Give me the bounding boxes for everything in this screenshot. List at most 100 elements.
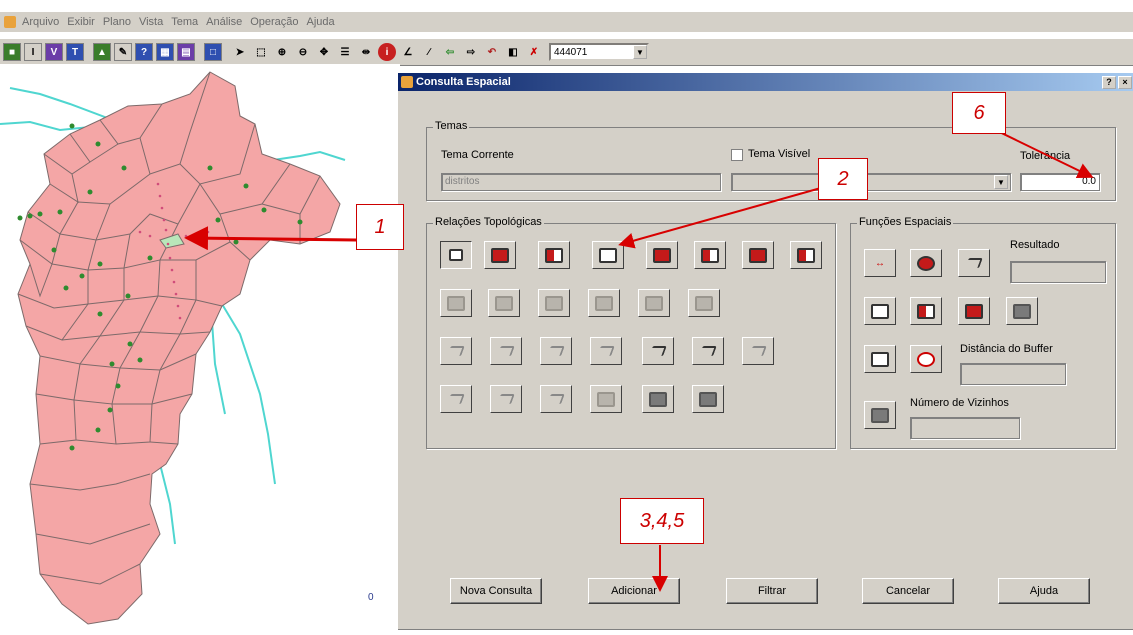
dialog-titlebar[interactable]: Consulta Espacial ? × bbox=[398, 73, 1133, 91]
menu-tema[interactable]: Tema bbox=[171, 16, 198, 28]
area-button[interactable] bbox=[910, 249, 942, 277]
nova-consulta-button[interactable]: Nova Consulta bbox=[450, 578, 542, 604]
touches-button[interactable] bbox=[440, 241, 472, 269]
point-touches-button[interactable] bbox=[440, 289, 472, 317]
difference-icon bbox=[1013, 303, 1031, 319]
buffer-icon bbox=[917, 351, 935, 367]
scale-combo[interactable]: 444071 ▼ bbox=[549, 43, 649, 61]
select-icon[interactable]: ⬚ bbox=[252, 43, 270, 61]
adicionar-button[interactable]: Adicionar bbox=[588, 578, 680, 604]
table-icon[interactable]: ▦ bbox=[156, 43, 174, 61]
length-button[interactable] bbox=[958, 249, 990, 277]
pen-icon[interactable]: ∕ bbox=[420, 43, 438, 61]
chevron-down-icon[interactable]: ▼ bbox=[994, 175, 1008, 189]
point-crosses-button[interactable] bbox=[538, 289, 570, 317]
buffer-field[interactable] bbox=[960, 363, 1066, 385]
info-icon[interactable]: i bbox=[378, 43, 396, 61]
chevron-down-icon[interactable]: ▼ bbox=[633, 45, 647, 59]
lp-equals-button[interactable] bbox=[692, 385, 724, 413]
lp-within-button[interactable] bbox=[490, 385, 522, 413]
cancel-icon[interactable]: ✗ bbox=[525, 43, 543, 61]
line-touches-button[interactable] bbox=[440, 337, 472, 365]
ajuda-button[interactable]: Ajuda bbox=[998, 578, 1090, 604]
line-contains-button[interactable] bbox=[642, 337, 674, 365]
zoom-in-icon[interactable]: ⊕ bbox=[273, 43, 291, 61]
fit-icon[interactable]: ◧ bbox=[504, 43, 522, 61]
menu-analise[interactable]: Análise bbox=[206, 16, 242, 28]
line-within-button[interactable] bbox=[490, 337, 522, 365]
list-icon[interactable]: ☰ bbox=[336, 43, 354, 61]
window-icon[interactable]: □ bbox=[204, 43, 222, 61]
menu-vista[interactable]: Vista bbox=[139, 16, 163, 28]
pointer-icon[interactable]: ➤ bbox=[231, 43, 249, 61]
point-contains-button[interactable] bbox=[638, 289, 670, 317]
layer-icon[interactable]: ▲ bbox=[93, 43, 111, 61]
undo-icon[interactable]: ↶ bbox=[483, 43, 501, 61]
measure-icon[interactable]: ⇹ bbox=[357, 43, 375, 61]
tema-visivel-checkbox[interactable] bbox=[731, 149, 743, 161]
database-icon[interactable]: ■ bbox=[3, 43, 21, 61]
line-overlaps-button[interactable] bbox=[692, 337, 724, 365]
contains-button[interactable] bbox=[646, 241, 678, 269]
cancelar-button[interactable]: Cancelar bbox=[862, 578, 954, 604]
point-disjoint-button[interactable] bbox=[588, 289, 620, 317]
lp-touches-icon bbox=[447, 394, 465, 404]
back-arrow-icon[interactable]: ⇦ bbox=[441, 43, 459, 61]
district-map[interactable] bbox=[0, 64, 400, 632]
menu-plano[interactable]: Plano bbox=[103, 16, 131, 28]
view-v-icon[interactable]: V bbox=[45, 43, 63, 61]
help-button[interactable]: ? bbox=[1102, 75, 1116, 89]
resultado-field[interactable] bbox=[1010, 261, 1106, 283]
lp-contains-button[interactable] bbox=[642, 385, 674, 413]
covers-button[interactable] bbox=[742, 241, 774, 269]
difference-button[interactable] bbox=[1006, 297, 1038, 325]
menu-arquivo[interactable]: Arquivo bbox=[22, 16, 59, 28]
line-equals-button[interactable] bbox=[742, 337, 774, 365]
zoom-out-icon[interactable]: ⊖ bbox=[294, 43, 312, 61]
menu-exibir[interactable]: Exibir bbox=[67, 16, 95, 28]
tema-corrente-field[interactable]: distritos bbox=[441, 173, 721, 191]
menu-ajuda[interactable]: Ajuda bbox=[307, 16, 335, 28]
lp-crosses-button[interactable] bbox=[540, 385, 572, 413]
union-button[interactable] bbox=[910, 297, 942, 325]
equals-button[interactable] bbox=[694, 241, 726, 269]
point-equals-button[interactable] bbox=[688, 289, 720, 317]
menu-operacao[interactable]: Operação bbox=[250, 16, 298, 28]
tolerancia-field[interactable]: 0.0 bbox=[1020, 173, 1100, 191]
filtrar-button[interactable]: Filtrar bbox=[726, 578, 818, 604]
area-icon bbox=[917, 255, 935, 271]
forward-arrow-icon[interactable]: ⇨ bbox=[462, 43, 480, 61]
intersection-button[interactable] bbox=[958, 297, 990, 325]
neighbors-button[interactable] bbox=[864, 401, 896, 429]
info-text-icon[interactable]: I bbox=[24, 43, 42, 61]
line-crosses-button[interactable] bbox=[540, 337, 572, 365]
pan-icon[interactable]: ✥ bbox=[315, 43, 333, 61]
vizinhos-field[interactable] bbox=[910, 417, 1020, 439]
grid-icon[interactable]: ▤ bbox=[177, 43, 195, 61]
overlaps-button[interactable] bbox=[538, 241, 570, 269]
point-within-button[interactable] bbox=[488, 289, 520, 317]
coveredby-button[interactable] bbox=[790, 241, 822, 269]
draw-icon[interactable]: ∠ bbox=[399, 43, 417, 61]
convex-hull-button[interactable] bbox=[864, 345, 896, 373]
edit-icon[interactable]: ✎ bbox=[114, 43, 132, 61]
distance-button[interactable]: ↔ bbox=[864, 249, 896, 277]
lp-touches-button[interactable] bbox=[440, 385, 472, 413]
close-button[interactable]: × bbox=[1118, 75, 1132, 89]
lp-disjoint-button[interactable] bbox=[590, 385, 622, 413]
map-view[interactable]: 0 Meters bbox=[0, 64, 496, 633]
line-disjoint-button[interactable] bbox=[590, 337, 622, 365]
touches-icon bbox=[449, 249, 463, 261]
disjoint-icon bbox=[599, 247, 617, 263]
tema-visivel-select[interactable] bbox=[731, 173, 1011, 191]
relacoes-legend: Relações Topológicas bbox=[433, 216, 544, 228]
query-icon[interactable]: ? bbox=[135, 43, 153, 61]
centroid-button[interactable] bbox=[864, 297, 896, 325]
theme-t-icon[interactable]: T bbox=[66, 43, 84, 61]
disjoint-button[interactable] bbox=[592, 241, 624, 269]
tolerancia-label: Tolerância bbox=[1020, 150, 1071, 162]
overlaps-icon bbox=[545, 247, 563, 263]
equals-icon bbox=[701, 247, 719, 263]
buffer-button[interactable] bbox=[910, 345, 942, 373]
within-button[interactable] bbox=[484, 241, 516, 269]
